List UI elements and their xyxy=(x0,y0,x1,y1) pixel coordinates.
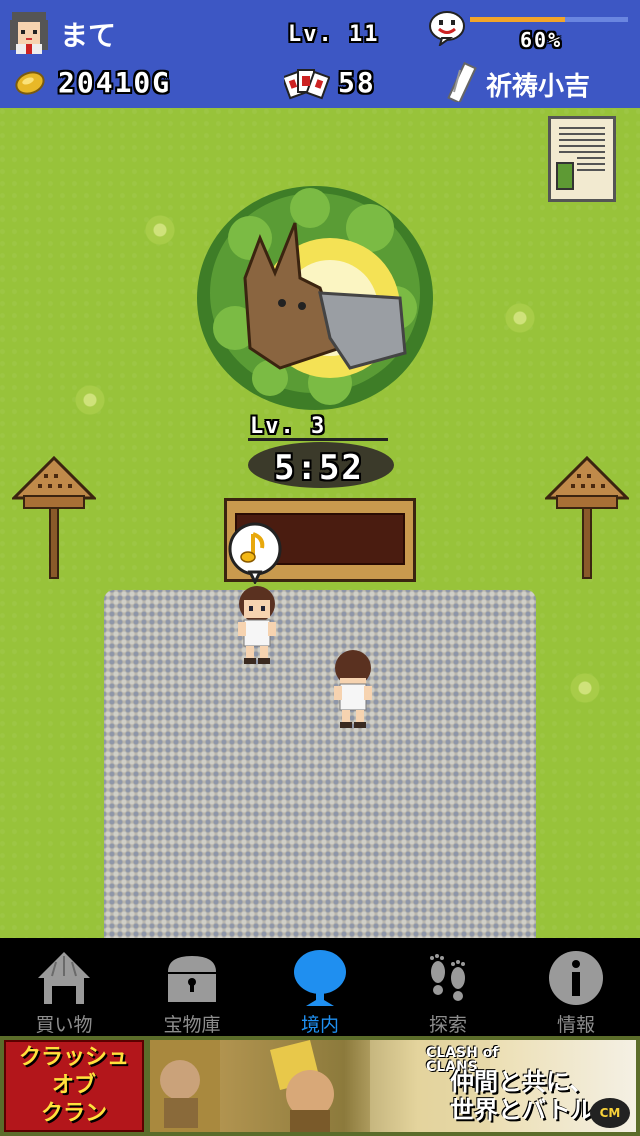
status-bar: まて Lv. 11 60% 20410G 58 祈祷小吉 xyxy=(0,0,640,108)
grass-tuft xyxy=(565,668,605,708)
progress-bar xyxy=(470,17,628,22)
tab-shop[interactable]: 買い物 xyxy=(0,938,128,1036)
progress-label: 60% xyxy=(520,28,563,52)
sacred-tree[interactable] xyxy=(190,178,440,418)
tree-icon xyxy=(294,950,346,1006)
fortune-label: 祈祷小吉 xyxy=(486,72,591,102)
tab-explore[interactable]: 探索 xyxy=(384,938,512,1036)
player-level: Lv. 11 xyxy=(288,22,380,47)
tree-level-underline xyxy=(248,438,388,441)
player-name: まて xyxy=(60,19,117,52)
tab-info[interactable]: 情報 xyxy=(512,938,640,1036)
ad-image[interactable]: CLASH of CLANS 仲間と共に、 世界とバトル CM xyxy=(150,1040,636,1132)
tab-grounds[interactable]: 境内 xyxy=(256,938,384,1036)
grass-tuft xyxy=(500,298,540,338)
tab-treasury-label: 宝物庫 xyxy=(163,1014,221,1036)
bottom-nav: 買い物 宝物庫 境内 探索 情報 xyxy=(0,938,640,1036)
cards-icon xyxy=(281,66,331,106)
mood-icon xyxy=(428,10,466,48)
shop-icon xyxy=(38,952,90,1004)
shrine-grounds: Lv. 3 5:52 xyxy=(0,108,640,938)
tab-shop-label: 買い物 xyxy=(35,1014,93,1036)
coin-icon xyxy=(14,70,46,100)
treasure-chest-icon xyxy=(168,956,216,1002)
player-avatar[interactable] xyxy=(6,8,52,54)
tab-grounds-label: 境内 xyxy=(300,1014,339,1036)
tree-level: Lv. 3 xyxy=(250,414,327,439)
notice-board-icon[interactable] xyxy=(548,116,616,202)
tab-treasury[interactable]: 宝物庫 xyxy=(128,938,256,1036)
cards-count: 58 xyxy=(338,66,376,99)
info-icon xyxy=(549,951,603,1005)
signpost-left[interactable] xyxy=(10,455,98,580)
omikuji-icon xyxy=(446,61,480,106)
ad-cm-badge: CM xyxy=(590,1098,630,1128)
tree-timer: 5:52 xyxy=(274,448,364,488)
grass-tuft xyxy=(70,380,110,420)
progress-bar-fill xyxy=(470,17,565,22)
stone-path xyxy=(104,590,536,938)
ad-title: クラッシュ オブ クラン xyxy=(18,1045,129,1126)
player-character[interactable] xyxy=(328,648,378,732)
gold-amount: 20410G xyxy=(58,66,172,99)
tab-info-label: 情報 xyxy=(556,1014,595,1036)
grass-tuft xyxy=(140,210,180,250)
ad-title-box[interactable]: クラッシュ オブ クラン xyxy=(4,1040,144,1132)
footprints-icon xyxy=(430,954,465,1001)
signpost-right[interactable] xyxy=(543,455,631,580)
ad-banner[interactable]: クラッシュ オブ クラン CLASH of CLANS 仲間と共に、 世界とバト… xyxy=(0,1036,640,1136)
tab-explore-label: 探索 xyxy=(428,1014,467,1036)
music-note-icon xyxy=(226,522,284,586)
npc-girl[interactable] xyxy=(232,584,282,666)
